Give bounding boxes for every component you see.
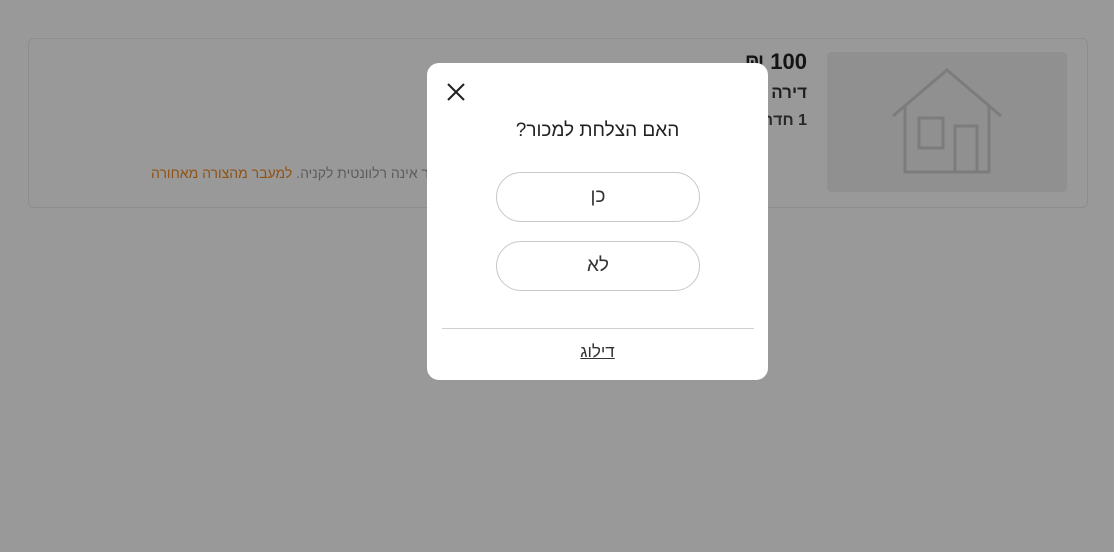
skip-link[interactable]: דילוג xyxy=(427,342,768,362)
divider xyxy=(442,328,754,329)
yes-button[interactable]: כן xyxy=(496,172,700,222)
dialog-title: האם הצלחת למכור? xyxy=(515,120,680,141)
page: 100 ₪ דירה 1 חדר מודעה זו כבר אינה רלוונ… xyxy=(0,0,1114,552)
no-button[interactable]: לא xyxy=(496,241,700,291)
close-icon xyxy=(447,83,465,101)
sold-question-dialog: האם הצלחת למכור? כן לא דילוג xyxy=(427,63,768,380)
close-button[interactable] xyxy=(444,80,468,104)
